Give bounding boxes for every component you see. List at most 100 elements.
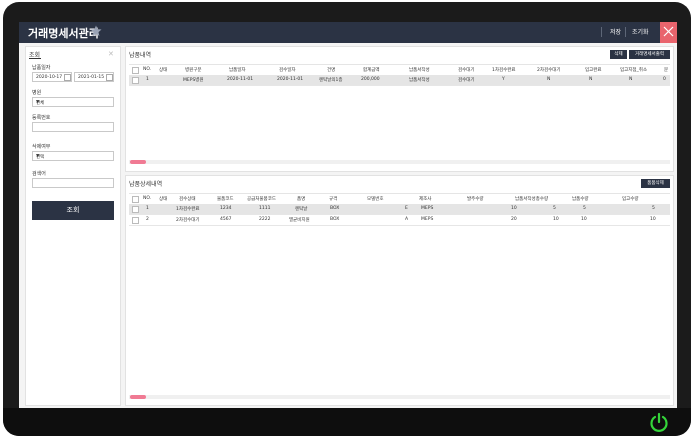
chevron-down-icon: ▼: [36, 100, 40, 105]
save-button[interactable]: 저장: [610, 27, 621, 36]
col-header: 공급처물품코드: [247, 197, 276, 202]
delete-flag-label: 삭제여부: [32, 144, 51, 150]
cell-model: A: [405, 217, 409, 222]
col-header: 병원구분: [185, 68, 202, 73]
chevron-down-icon: ▼: [36, 154, 40, 159]
cell-inspect: 2차검수대기: [176, 218, 200, 223]
calendar-icon[interactable]: [64, 74, 71, 81]
title-separator: [625, 27, 626, 37]
cell-maker: MEPS: [421, 206, 434, 211]
app-screen: 거래명세서관리 저장 조기화 조회 ✕ 납품일자 2020-10-17 2021…: [19, 22, 677, 408]
row-checkbox[interactable]: [132, 217, 139, 224]
cell-no: 2: [146, 217, 149, 222]
col-header: 제조사: [419, 197, 432, 202]
search-panel-close-icon[interactable]: ✕: [108, 50, 114, 58]
col-header: NO.: [143, 196, 152, 201]
detail-grid: NO. 상태 검수상태 물품코드 공급처물품코드 품명 규격 모델번호 제조사 …: [129, 193, 670, 401]
date-to-input[interactable]: 2021-01-15: [74, 72, 114, 82]
cell-spec: BOX: [330, 217, 340, 222]
hospital-label: 병원: [32, 90, 42, 96]
search-button[interactable]: 조회: [32, 201, 114, 220]
col-header: 문: [664, 68, 669, 73]
cell-subject: 렌탁날의1층: [319, 78, 343, 83]
cell-supplier-code: 2222: [259, 217, 271, 222]
power-icon[interactable]: [648, 411, 670, 433]
col-header: 상태: [159, 197, 168, 202]
cell-name: 렌탁날: [295, 207, 308, 212]
cell-maker: MEPS: [421, 217, 434, 222]
product-delete-button[interactable]: 품품삭제: [641, 179, 670, 188]
cell-name: 멸균비지원: [289, 218, 310, 223]
col-header: 2차검수대기: [537, 68, 561, 73]
detail-panel: 납품상세내역 품품삭제 NO. 상태 검수상태 물품코드 공급처물품코드 품명 …: [125, 175, 674, 406]
col-header: 규격: [329, 197, 338, 202]
table-row[interactable]: 2 2차검수대기 4567 2222 멸균비지원 BOX A MEPS 20 1…: [129, 215, 670, 226]
col-header: 검수일자: [279, 68, 296, 73]
row-checkbox[interactable]: [132, 206, 139, 213]
reg-no-input[interactable]: [32, 122, 114, 132]
cell-stock: N: [589, 77, 593, 82]
cell-delivery-date: 2020-11-01: [227, 77, 254, 82]
delivery-grid: NO. 상태 병원구분 납품일자 검수일자 건명 합계금액 납품서작성 검수대기…: [129, 64, 670, 166]
cell-doc: 납품서작성: [409, 78, 430, 83]
col-header: 품명: [297, 197, 306, 202]
select-all-checkbox[interactable]: [132, 67, 139, 74]
row-checkbox[interactable]: [132, 77, 139, 84]
col-header: 발주수량: [467, 197, 484, 202]
date-to-value: 2021-01-15: [78, 75, 105, 80]
horizontal-scrollbar[interactable]: [129, 395, 670, 399]
date-from-input[interactable]: 2020-10-17: [32, 72, 72, 82]
table-row[interactable]: 1 1차검수완료 1234 1111 렌탁날 BOX E MEPS 10 5 5…: [129, 204, 670, 215]
col-header: 건명: [327, 68, 336, 73]
col-header: NO.: [143, 67, 152, 72]
cell-delivered: 5: [553, 206, 556, 211]
cell-stock-in: 5: [652, 206, 655, 211]
cell-model: E: [405, 206, 408, 211]
cell-stock-in: 10: [650, 217, 656, 222]
select-all-checkbox[interactable]: [132, 196, 139, 203]
delivery-date-label: 납품일자: [32, 65, 51, 71]
star-icon[interactable]: [90, 25, 102, 37]
reset-button[interactable]: 조기화: [632, 27, 649, 36]
calendar-icon[interactable]: [106, 74, 113, 81]
cell-stocked: 10: [581, 217, 587, 222]
keyword-input[interactable]: [32, 178, 114, 188]
cell-doc-total: 20: [511, 217, 517, 222]
col-header: 검수상태: [179, 197, 196, 202]
cell-no: 1: [146, 206, 149, 211]
delete-button[interactable]: 삭제: [610, 50, 627, 59]
col-header: 물품코드: [217, 197, 234, 202]
cell-code: 4567: [220, 217, 232, 222]
col-header: 납품서작성: [409, 68, 430, 73]
close-button[interactable]: [660, 22, 677, 43]
col-header: 입고지점_취소: [620, 68, 648, 73]
cell-first: Y: [502, 77, 505, 82]
col-header: 1차검수완료: [492, 68, 516, 73]
horizontal-scrollbar[interactable]: [129, 160, 670, 164]
statement-print-button[interactable]: 거래명세서출력: [629, 50, 670, 59]
cell-no: 1: [146, 77, 149, 82]
col-header: 납품수량: [572, 197, 589, 202]
reg-no-label: 등록번호: [32, 115, 51, 121]
delete-flag-select[interactable]: 선택 ▼: [32, 151, 114, 161]
delivery-panel-title: 납품내역: [129, 52, 152, 59]
col-header: 모델번호: [367, 197, 384, 202]
col-header: 검수대기: [458, 68, 475, 73]
col-header: 상태: [159, 68, 168, 73]
date-from-value: 2020-10-17: [36, 75, 63, 80]
hospital-select[interactable]: 전체 ▼: [32, 97, 114, 107]
col-header: 납품서작성총수량: [515, 197, 549, 202]
col-header: 납품일자: [229, 68, 246, 73]
col-header: 합계금액: [363, 68, 380, 73]
cell-supplier-code: 1111: [259, 206, 271, 211]
cell-inspect: 1차검수완료: [176, 207, 200, 212]
keyword-label: 검색어: [32, 171, 46, 177]
cell-hospital: MEPS병원: [183, 78, 204, 83]
close-icon: [663, 26, 674, 37]
cell-etc: 0: [663, 77, 666, 82]
window-title: 거래명세서관리: [28, 27, 99, 40]
cell-amount: 200,000: [361, 77, 380, 82]
table-row[interactable]: 1 MEPS병원 2020-11-01 2020-11-01 렌탁날의1층 20…: [129, 75, 670, 86]
scroll-thumb[interactable]: [130, 160, 146, 164]
scroll-thumb[interactable]: [130, 395, 146, 399]
